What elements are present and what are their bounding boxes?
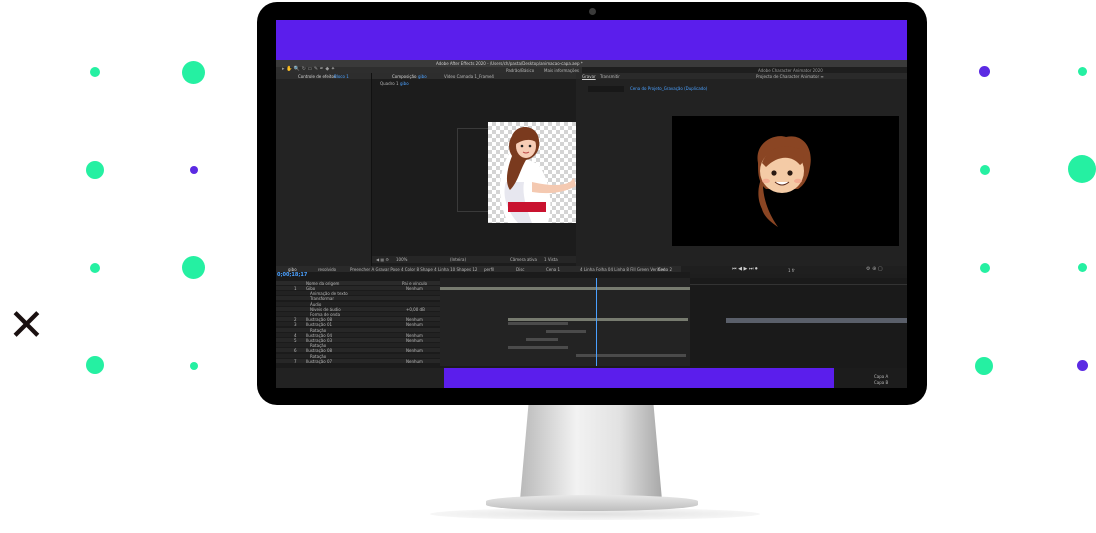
header-band <box>276 20 907 60</box>
green-dot <box>1078 263 1087 272</box>
viewer-views[interactable]: 1 Vista <box>544 257 558 262</box>
transport-time: 1 fr <box>788 268 795 273</box>
ch-ruler <box>690 284 907 285</box>
comp-crumb[interactable]: Quadro 1 <box>380 81 399 86</box>
layer-row[interactable]: Forma de onda <box>276 312 440 317</box>
ch-track[interactable] <box>726 318 907 323</box>
layer-row[interactable]: 6 Ilustração 08 Nenhum <box>276 348 440 353</box>
layer-name: Ilustração 07 <box>306 358 333 364</box>
tab-transmitir[interactable]: Transmitir <box>600 74 620 79</box>
layer-row[interactable]: 7 Ilustração 07 Nenhum <box>276 358 440 364</box>
app-title: Adobe After Effects 2020 - /Users/ch/pas… <box>436 61 583 66</box>
viewer-resolution[interactable]: (Inteira) <box>450 257 466 262</box>
close-icon: ✕ <box>8 300 45 351</box>
layer-row[interactable]: Rotação <box>276 343 440 348</box>
green-dot <box>980 165 990 175</box>
green-dot <box>1078 67 1087 76</box>
timecode[interactable]: 0;00;18;17 <box>277 273 307 278</box>
effects-item[interactable]: Bloco 1 <box>334 74 349 79</box>
green-dot <box>86 161 104 179</box>
monitor-stand <box>520 404 662 500</box>
playhead[interactable] <box>596 278 597 366</box>
green-dot <box>90 67 100 77</box>
layer-row[interactable]: 2 Ilustração 08 Nenhum <box>276 317 440 322</box>
effects-tab[interactable]: Controle de efeitos <box>298 74 336 79</box>
viewer-icons[interactable]: ◀ ▦ ⚙ <box>376 257 389 262</box>
scene-name[interactable]: Cena do Projeto_Gravação (Duplicado) <box>630 86 707 91</box>
track-bar[interactable] <box>508 318 688 321</box>
track-bar[interactable] <box>546 330 586 333</box>
layer-row[interactable]: Áudio <box>276 301 440 307</box>
layer-number: 7 <box>294 358 297 364</box>
purple-dot <box>1077 360 1088 371</box>
character-face <box>757 136 811 227</box>
timeline-panel: 0;00;18;17 Nome da origem Pai e vínculo … <box>276 272 690 368</box>
layer-row[interactable]: 5 Ilustração 03 Nenhum <box>276 338 440 343</box>
track-bar[interactable] <box>508 322 568 325</box>
ch-timeline <box>690 278 907 368</box>
layer-parent[interactable]: Nenhum <box>406 359 423 364</box>
track-bar[interactable] <box>508 346 568 349</box>
layer-row[interactable]: 4 Ilustração 04 Nenhum <box>276 332 440 338</box>
character-animator-window: Gravar Transmitir Projecto de Character … <box>576 73 907 269</box>
comp-tab[interactable]: Composição <box>392 74 416 79</box>
viewer-zoom[interactable]: 100% <box>396 257 407 262</box>
green-dot <box>182 256 205 279</box>
viewer-camera[interactable]: Câmera ativa <box>510 257 537 262</box>
monitor-screen: Adobe After Effects 2020 - /Users/ch/pas… <box>276 20 907 388</box>
layer-row[interactable]: Transformar <box>276 296 440 301</box>
tool-icons[interactable]: ▸ ✋ 🔍 ↻ ▭ ✎ ✒ ◆ ✦ <box>282 67 335 72</box>
camera-icon <box>589 8 596 15</box>
footer-band <box>444 368 834 388</box>
layer-row[interactable]: Rotação <box>276 353 440 359</box>
status-label: Capa B <box>874 380 889 385</box>
green-dot <box>980 263 990 273</box>
status-bar-right: Capa A Capa B <box>834 368 907 388</box>
ch-tabbar <box>576 73 907 79</box>
track-bar[interactable] <box>526 338 558 341</box>
comp-crumb[interactable]: gibo <box>400 81 409 86</box>
transport-icons[interactable]: ⏮ ◀ ▶ ⏭ ⏺ <box>732 267 758 272</box>
green-dot <box>190 362 198 370</box>
status-label: Capa A <box>874 374 889 379</box>
layer-row[interactable]: 3 Ilustração 01 Nenhum <box>276 322 440 327</box>
effects-panel: Controle de efeitos Bloco 1 <box>276 73 372 266</box>
scene-dropdown[interactable] <box>588 86 624 92</box>
layer-row[interactable]: Rotação <box>276 327 440 333</box>
purple-dot <box>979 66 990 77</box>
tab-gravar[interactable]: Gravar <box>582 74 596 79</box>
project-title: Projecto de Character Animator ≡ <box>756 74 824 79</box>
comp-name[interactable]: gibo <box>418 74 427 79</box>
green-dot <box>975 357 993 375</box>
layer-tab[interactable]: Vídeo Camada 1_Frame4 <box>444 74 494 79</box>
layer-row[interactable]: Níveis de áudio +0,00 dB <box>276 306 440 312</box>
layer-row[interactable]: 1 Gibo Nenhum <box>276 286 440 291</box>
track-bar[interactable] <box>440 287 690 290</box>
transport-extra-icons[interactable]: ⚙ ⊕ ▢ <box>866 267 883 272</box>
green-dot <box>86 356 104 374</box>
green-dot <box>1068 155 1096 183</box>
track-bar[interactable] <box>576 354 686 357</box>
layer-row[interactable]: Animação de texto <box>276 291 440 296</box>
green-dot <box>90 263 100 273</box>
green-dot <box>182 61 205 84</box>
monitor-base <box>486 495 698 511</box>
purple-dot <box>190 166 198 174</box>
status-bar-left <box>276 368 444 388</box>
app-titlebar: Adobe After Effects 2020 - /Users/ch/pas… <box>276 60 907 73</box>
